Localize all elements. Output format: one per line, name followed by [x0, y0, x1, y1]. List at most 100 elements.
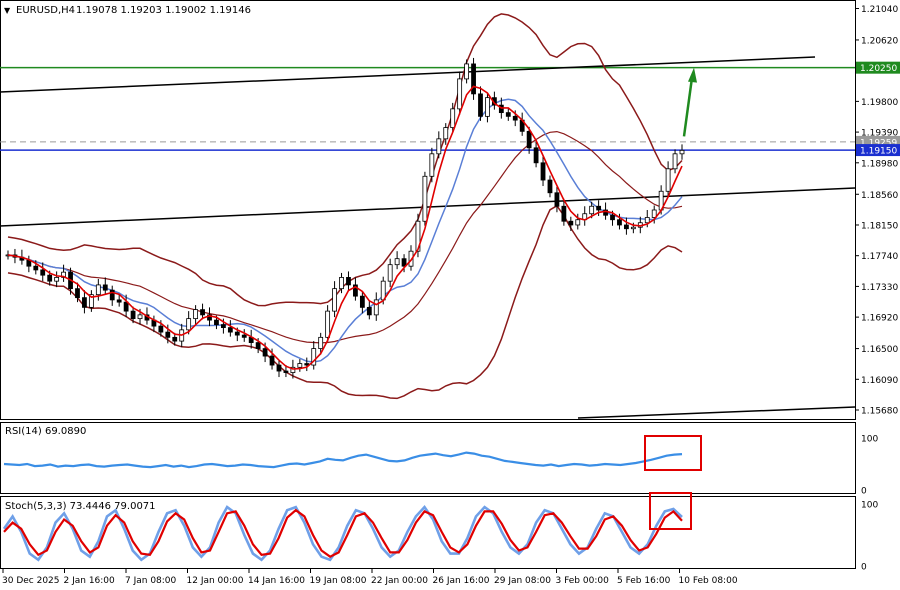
candle-body — [297, 363, 303, 368]
candle-body — [137, 314, 143, 320]
candle-body — [568, 220, 574, 226]
candle-body — [227, 327, 233, 333]
candle-body — [95, 284, 101, 296]
price-tick-label: 1.16500 — [861, 345, 898, 355]
candle-body — [158, 325, 164, 333]
chart-dropdown-icon[interactable]: ▼ — [4, 6, 11, 15]
candle-body — [464, 63, 469, 80]
candle-body — [575, 219, 581, 226]
price-tick-label: 1.20620 — [861, 36, 898, 46]
candle-body — [241, 334, 247, 338]
candle-body — [665, 168, 671, 192]
candle-body — [269, 355, 275, 366]
candle-body — [373, 299, 379, 316]
candle-body — [610, 214, 615, 221]
candle-body — [332, 288, 337, 312]
candle-body — [485, 97, 490, 117]
candle-body — [457, 78, 463, 110]
price-tick-label: 1.16090 — [861, 376, 898, 386]
candle-body — [165, 331, 171, 338]
time-tick-label: 29 Jan 08:00 — [494, 576, 551, 586]
candle-body — [318, 336, 324, 349]
rsi-tick-label: 0 — [861, 487, 867, 497]
candle-body — [450, 108, 456, 128]
price-tick-label: 1.18150 — [861, 221, 898, 231]
candle-body — [526, 130, 532, 149]
candle-body — [283, 370, 289, 373]
main-panel — [0, 0, 856, 420]
time-tick-label: 26 Jan 16:00 — [433, 576, 490, 586]
candle-body — [102, 284, 108, 291]
candle-body — [33, 265, 39, 271]
candle-body — [172, 336, 178, 342]
candle-body — [262, 348, 268, 357]
candle-body — [54, 277, 60, 282]
price-tick-label: 1.18560 — [861, 191, 898, 201]
stoch-tick-label: 100 — [861, 501, 878, 511]
candle-body — [214, 319, 219, 326]
time-axis: 30 Dec 2025 2 Jan 16:00 7 Jan 08:00 12 Jan … — [2, 569, 738, 586]
candle-body — [339, 277, 344, 290]
time-tick-label: 7 Jan 08:00 — [125, 576, 177, 586]
candle-body — [540, 162, 546, 181]
rsi-panel — [0, 422, 856, 494]
candle-body — [394, 258, 400, 266]
candle-body — [255, 342, 261, 349]
candle-body — [554, 192, 560, 207]
candle-body — [234, 331, 240, 336]
stoch-tick-label: 0 — [861, 563, 867, 573]
candle-body — [547, 179, 553, 194]
price-tick-label: 1.15680 — [861, 407, 898, 417]
candle-body — [630, 226, 636, 230]
candle-body — [193, 309, 199, 320]
candle-body — [672, 153, 678, 170]
symbol-label: EURUSD,H4 — [16, 5, 75, 16]
candle-body — [75, 288, 80, 299]
candle-body — [221, 324, 226, 329]
candle-body — [130, 310, 136, 320]
candle-body — [429, 153, 435, 177]
candle-body — [471, 63, 476, 95]
time-tick-label: 19 Jan 08:00 — [310, 576, 367, 586]
candle-body — [443, 127, 449, 140]
rsi-tick-label: 100 — [861, 435, 878, 445]
price-tick-label: 1.21040 — [861, 5, 898, 15]
stoch-title: Stoch(5,3,3) 73.4446 79.0071 — [5, 501, 156, 512]
time-tick-label: 30 Dec 2025 — [2, 576, 60, 586]
time-tick-label: 12 Jan 00:00 — [187, 576, 244, 586]
candle-body — [123, 301, 129, 312]
candle-body — [561, 205, 567, 222]
candle-body — [200, 309, 205, 316]
time-tick-label: 22 Jan 00:00 — [371, 576, 428, 586]
candle-body — [624, 224, 629, 230]
candle-body — [40, 269, 46, 276]
candle-body — [533, 147, 539, 164]
price-tick-label: 1.17330 — [861, 283, 898, 293]
candle-body — [596, 205, 602, 211]
price-tag-label: 1.19150 — [860, 147, 897, 157]
candle-body — [617, 219, 622, 226]
candle-body — [47, 274, 53, 282]
candle-body — [186, 318, 192, 331]
candle-body — [505, 112, 511, 117]
candle-body — [436, 138, 442, 155]
candle-body — [679, 149, 685, 155]
price-axis: 1.210401.206201.198001.193901.189801.185… — [855, 5, 900, 417]
candle-body — [380, 280, 386, 301]
price-tick-label: 1.16920 — [861, 314, 898, 324]
time-tick-label: 2 Jan 16:00 — [64, 576, 116, 586]
price-tick-label: 1.19800 — [861, 98, 898, 108]
candle-body — [366, 306, 372, 316]
candle-body — [116, 299, 122, 303]
candle-body — [387, 264, 393, 282]
candle-body — [512, 115, 518, 121]
candle-body — [346, 277, 351, 286]
candle-body — [276, 364, 282, 372]
candle-body — [589, 205, 595, 215]
price-tick-label: 1.18980 — [861, 159, 898, 169]
price-tick-label: 1.17740 — [861, 252, 898, 262]
candle-body — [478, 93, 483, 117]
time-tick-label: 14 Jan 16:00 — [248, 576, 305, 586]
ohlc-label: 1.19078 1.19203 1.19002 1.19146 — [76, 5, 251, 16]
candle-body — [325, 310, 331, 338]
